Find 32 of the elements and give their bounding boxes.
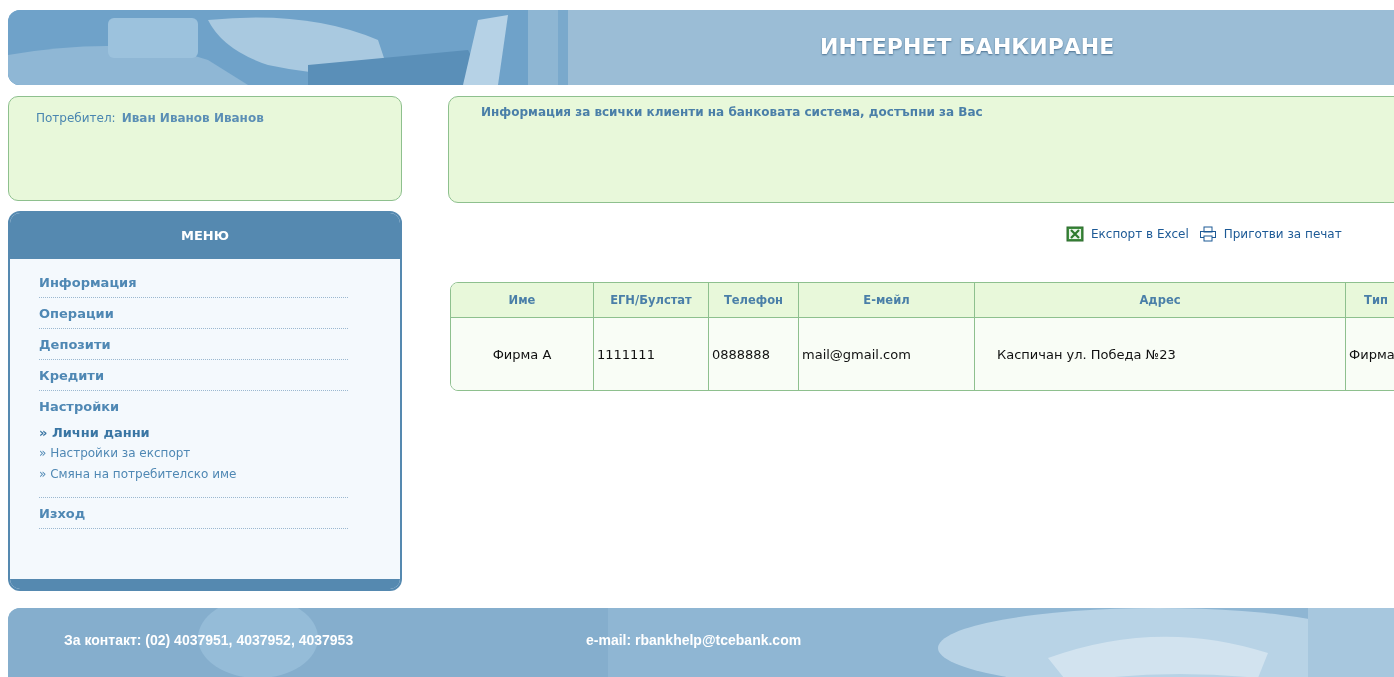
menu-item[interactable]: Настройки: [39, 396, 348, 421]
table-cell: 0888888: [709, 318, 799, 390]
menu-item[interactable]: Изход: [39, 503, 348, 529]
column-header: Тип: [1346, 283, 1394, 318]
print-link[interactable]: Приготви за печат: [1198, 226, 1342, 242]
banner-title: ИНТЕРНЕТ БАНКИРАНЕ: [820, 34, 1115, 59]
submenu-item[interactable]: » Настройки за експорт: [39, 443, 348, 464]
info-text: Информация за всички клиенти на банковата система, достъпни за Вас: [481, 105, 983, 119]
contact-phones: За контакт: (02) 4037951, 4037952, 4037953: [64, 632, 354, 648]
menu-item[interactable]: Кредити: [39, 365, 348, 391]
table-cell: 1111111: [594, 318, 709, 390]
excel-link[interactable]: Експорт в Excel: [1066, 226, 1189, 242]
column-header: Адрес: [975, 283, 1346, 318]
user-name: Иван Иванов Иванов: [121, 111, 264, 125]
menu-item[interactable]: Информация: [39, 272, 348, 298]
user-label: Потребител:: [36, 111, 116, 125]
menu-item[interactable]: Депозити: [39, 334, 348, 360]
column-header: Име: [451, 283, 594, 318]
column-header: ЕГН/Булстат: [594, 283, 709, 318]
table-cell: Каспичан ул. Победа №23: [975, 318, 1346, 390]
table-cell: Фирма А: [451, 318, 594, 390]
printer-icon: [1198, 226, 1217, 242]
submenu-item[interactable]: » Смяна на потребителско име: [39, 464, 348, 485]
contact-email: e-mail: rbankhelp@tcebank.com: [586, 632, 802, 648]
column-header: Е-мейл: [799, 283, 975, 318]
menu-title: МЕНЮ: [10, 213, 400, 259]
table-cell: Фирма: [1346, 318, 1394, 390]
menu-item[interactable]: Операции: [39, 303, 348, 329]
column-header: Телефон: [709, 283, 799, 318]
submenu-item[interactable]: » Лични данни: [39, 422, 348, 443]
table-cell: mail@gmail.com: [799, 318, 975, 390]
spreadsheet-icon: [1066, 226, 1084, 242]
